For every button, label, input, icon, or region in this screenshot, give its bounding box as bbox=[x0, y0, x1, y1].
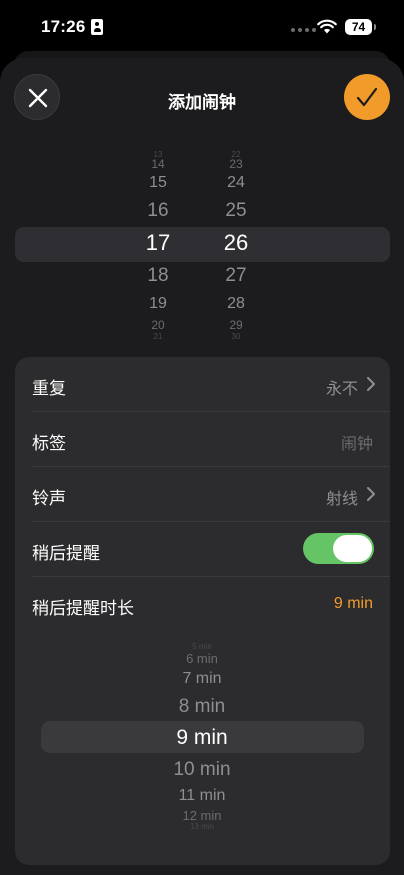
snooze-option: 6 min bbox=[186, 651, 218, 666]
repeat-row[interactable]: 重复 永不 bbox=[15, 357, 390, 412]
minute-option: 30 bbox=[231, 332, 241, 341]
minute-option: 28 bbox=[227, 295, 245, 312]
snooze-option: 11 min bbox=[178, 787, 226, 804]
hour-option: 19 bbox=[149, 295, 167, 312]
confirm-button[interactable] bbox=[344, 74, 390, 120]
battery-icon: 74 bbox=[345, 19, 376, 35]
snooze-option: 7 min bbox=[182, 670, 222, 687]
checkmark-icon bbox=[356, 87, 378, 107]
minute-option: 25 bbox=[225, 200, 247, 221]
sound-label: 铃声 bbox=[32, 489, 66, 508]
sound-row[interactable]: 铃声 射线 bbox=[15, 467, 390, 522]
hour-option: 21 bbox=[153, 332, 163, 341]
label-row[interactable]: 标签 闹钟 bbox=[15, 412, 390, 467]
chevron-right-icon bbox=[367, 377, 375, 391]
snooze-label: 稍后提醒 bbox=[32, 544, 100, 563]
snooze-duration-value: 9 min bbox=[333, 595, 373, 612]
minute-option: 27 bbox=[225, 265, 247, 286]
screen: 17:26 74 添加闹钟 13 14 15 16 17 18 19 20 21 bbox=[0, 0, 404, 875]
snooze-option-selected: 9 min bbox=[176, 726, 228, 749]
snooze-option: 5 min bbox=[192, 642, 212, 651]
snooze-duration-label: 稍后提醒时长 bbox=[32, 599, 134, 618]
status-bar: 17:26 74 bbox=[0, 0, 404, 54]
snooze-option: 12 min bbox=[182, 808, 222, 823]
hour-option: 18 bbox=[147, 265, 169, 286]
hour-option: 20 bbox=[151, 318, 165, 332]
minute-option-selected: 26 bbox=[223, 230, 249, 255]
snooze-duration-row[interactable]: 稍后提醒时长 9 min bbox=[15, 577, 390, 632]
snooze-option: 8 min bbox=[178, 696, 226, 717]
hour-option: 15 bbox=[149, 174, 167, 191]
status-time: 17:26 bbox=[41, 17, 86, 36]
label-input-placeholder[interactable]: 闹钟 bbox=[341, 430, 373, 454]
minute-option: 24 bbox=[227, 174, 245, 191]
snooze-option: 13 min bbox=[189, 822, 214, 831]
label-label: 标签 bbox=[32, 434, 66, 453]
snooze-row: 稍后提醒 bbox=[15, 522, 390, 577]
signal-dots-icon bbox=[291, 28, 316, 32]
minute-option: 23 bbox=[229, 157, 243, 171]
sound-value: 射线 bbox=[325, 491, 358, 508]
hour-option: 14 bbox=[151, 157, 165, 171]
snooze-option: 10 min bbox=[173, 759, 231, 780]
contact-card-icon bbox=[91, 19, 103, 35]
minute-option: 29 bbox=[229, 318, 243, 332]
hour-option-selected: 17 bbox=[145, 230, 171, 255]
snooze-toggle[interactable] bbox=[303, 533, 374, 564]
repeat-label: 重复 bbox=[32, 379, 66, 398]
time-picker-selection bbox=[15, 227, 390, 262]
chevron-right-icon bbox=[367, 487, 375, 501]
repeat-value: 永不 bbox=[325, 381, 358, 398]
hour-option: 16 bbox=[147, 200, 169, 221]
wifi-icon bbox=[317, 19, 337, 34]
